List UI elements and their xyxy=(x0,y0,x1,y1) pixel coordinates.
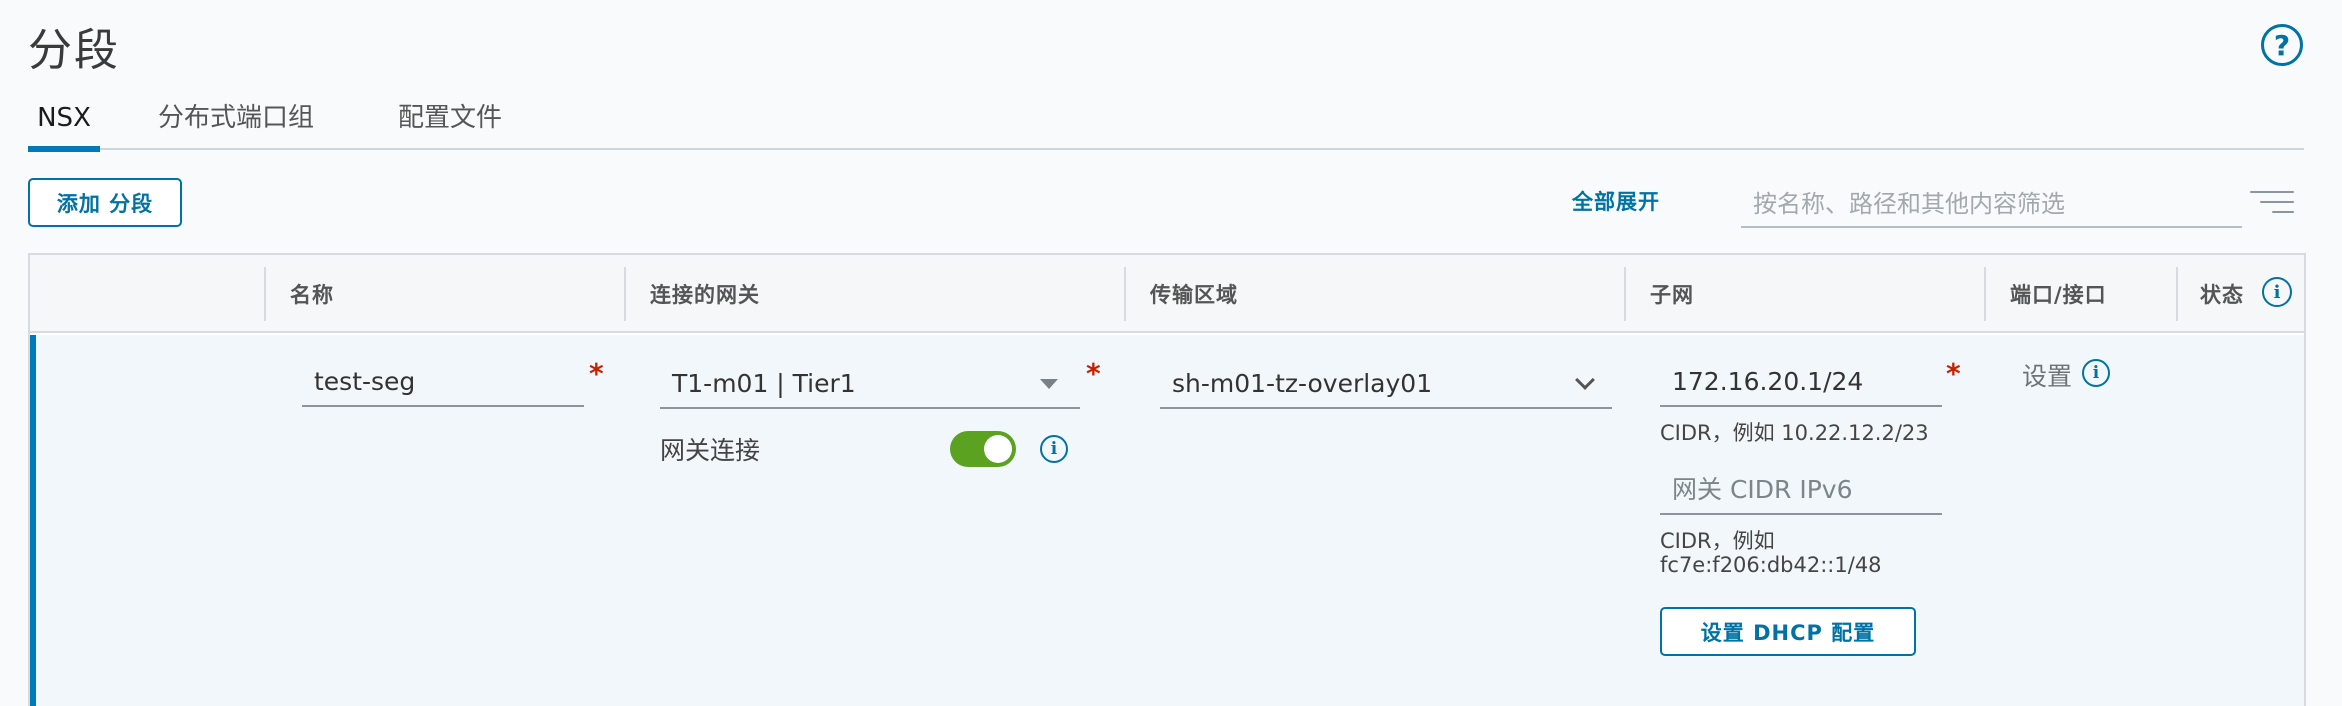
subnet-ipv4-input[interactable]: 172.16.20.1/24 xyxy=(1660,357,1942,407)
filter-input[interactable] xyxy=(1741,182,2242,228)
required-mark: * xyxy=(1946,357,1961,390)
gateway-connectivity-info-icon[interactable]: i xyxy=(1040,435,1068,463)
subnet-ipv6-hint-line: fc7e:f206:db42::1/48 xyxy=(1660,553,1882,577)
gateway-select[interactable]: T1-m01 | Tier1 xyxy=(660,359,1080,409)
edit-row: test-seg * T1-m01 | Tier1 * 网关连接 i sh-m0… xyxy=(30,335,2304,706)
transport-zone-select[interactable]: sh-m01-tz-overlay01 xyxy=(1160,359,1612,409)
required-mark: * xyxy=(1086,357,1101,390)
column-separator[interactable] xyxy=(1124,267,1126,321)
segment-name-input[interactable]: test-seg xyxy=(302,357,584,407)
caret-down-icon[interactable] xyxy=(1040,379,1058,389)
ports-info-icon[interactable]: i xyxy=(2082,359,2110,387)
column-separator[interactable] xyxy=(624,267,626,321)
page-title: 分段 xyxy=(28,25,120,76)
column-separator[interactable] xyxy=(264,267,266,321)
add-segment-button[interactable]: 添加 分段 xyxy=(28,178,182,227)
column-header-ports[interactable]: 端口/接口 xyxy=(2010,279,2107,309)
column-separator[interactable] xyxy=(2176,267,2178,321)
tab-bar: NSX 分布式端口组 配置文件 xyxy=(28,96,2304,152)
tab-profiles[interactable]: 配置文件 xyxy=(398,96,502,150)
filter-icon[interactable] xyxy=(2250,191,2294,215)
column-separator[interactable] xyxy=(1984,267,1986,321)
grid-header: 名称 连接的网关 传输区域 子网 端口/接口 状态 i xyxy=(30,255,2304,333)
column-header-status[interactable]: 状态 xyxy=(2200,279,2244,309)
column-header-subnets[interactable]: 子网 xyxy=(1650,279,1694,309)
subnet-ipv6-input[interactable] xyxy=(1660,465,1942,515)
ports-set-link[interactable]: 设置 xyxy=(2022,357,2072,393)
set-dhcp-config-button[interactable]: 设置 DHCP 配置 xyxy=(1660,607,1916,656)
column-header-name[interactable]: 名称 xyxy=(290,279,334,309)
status-info-icon[interactable]: i xyxy=(2262,277,2292,307)
tab-distributed-port-groups[interactable]: 分布式端口组 xyxy=(158,96,314,150)
segments-grid: 名称 连接的网关 传输区域 子网 端口/接口 状态 i test-seg * T… xyxy=(28,253,2306,706)
gateway-connectivity-label: 网关连接 xyxy=(660,436,761,465)
expand-all-link[interactable]: 全部展开 xyxy=(1572,186,1660,216)
column-separator[interactable] xyxy=(1624,267,1626,321)
required-mark: * xyxy=(589,357,604,390)
gateway-connectivity-toggle[interactable] xyxy=(950,431,1016,467)
column-header-transport-zone[interactable]: 传输区域 xyxy=(1150,279,1238,309)
subnet-ipv6-hint-line: CIDR，例如 xyxy=(1660,529,1775,553)
subnet-ipv6-hint: CIDR，例如 fc7e:f206:db42::1/48 xyxy=(1660,529,1882,577)
help-icon[interactable]: ? xyxy=(2261,24,2303,66)
subnet-ipv4-hint: CIDR，例如 10.22.12.2/23 xyxy=(1660,421,1929,445)
tab-nsx[interactable]: NSX xyxy=(28,96,100,152)
column-header-gateway[interactable]: 连接的网关 xyxy=(650,279,760,309)
